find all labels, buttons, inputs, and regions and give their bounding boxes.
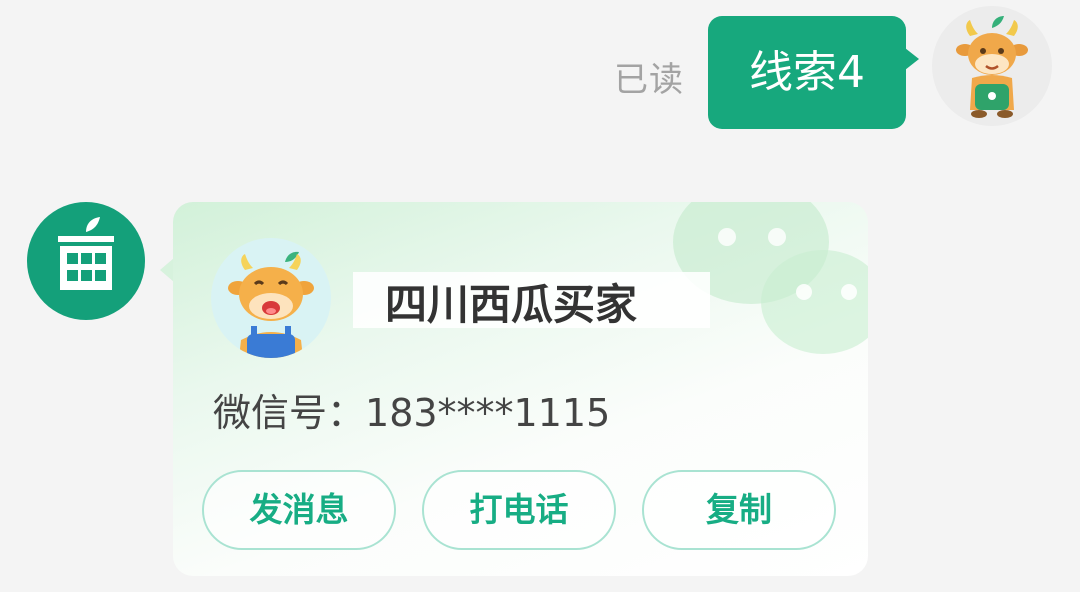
wechat-id-row: 微信号：183****1115 — [213, 388, 610, 438]
buyer-avatar[interactable] — [211, 238, 331, 358]
message-bubble-tail — [905, 48, 919, 70]
wechat-id-label: 微信号： — [213, 391, 366, 435]
cow-mascot-icon — [956, 16, 1028, 118]
send-message-button[interactable]: 发消息 — [202, 470, 396, 550]
call-button[interactable]: 打电话 — [422, 470, 616, 550]
contact-card[interactable]: 四川西瓜买家 微信号：183****1115 发消息 打电话 复制 — [173, 202, 868, 576]
building-icon — [58, 217, 114, 290]
message-bubble[interactable]: 线索4 — [708, 16, 906, 129]
buyer-name: 四川西瓜买家 — [385, 280, 638, 329]
cow-mascot-icon — [228, 251, 314, 358]
bot-avatar[interactable] — [27, 202, 145, 320]
my-avatar[interactable] — [932, 6, 1052, 126]
copy-button[interactable]: 复制 — [642, 470, 836, 550]
card-tail — [160, 258, 174, 282]
read-status: 已读 — [614, 60, 684, 100]
wechat-id-value: 183****1115 — [365, 391, 611, 435]
